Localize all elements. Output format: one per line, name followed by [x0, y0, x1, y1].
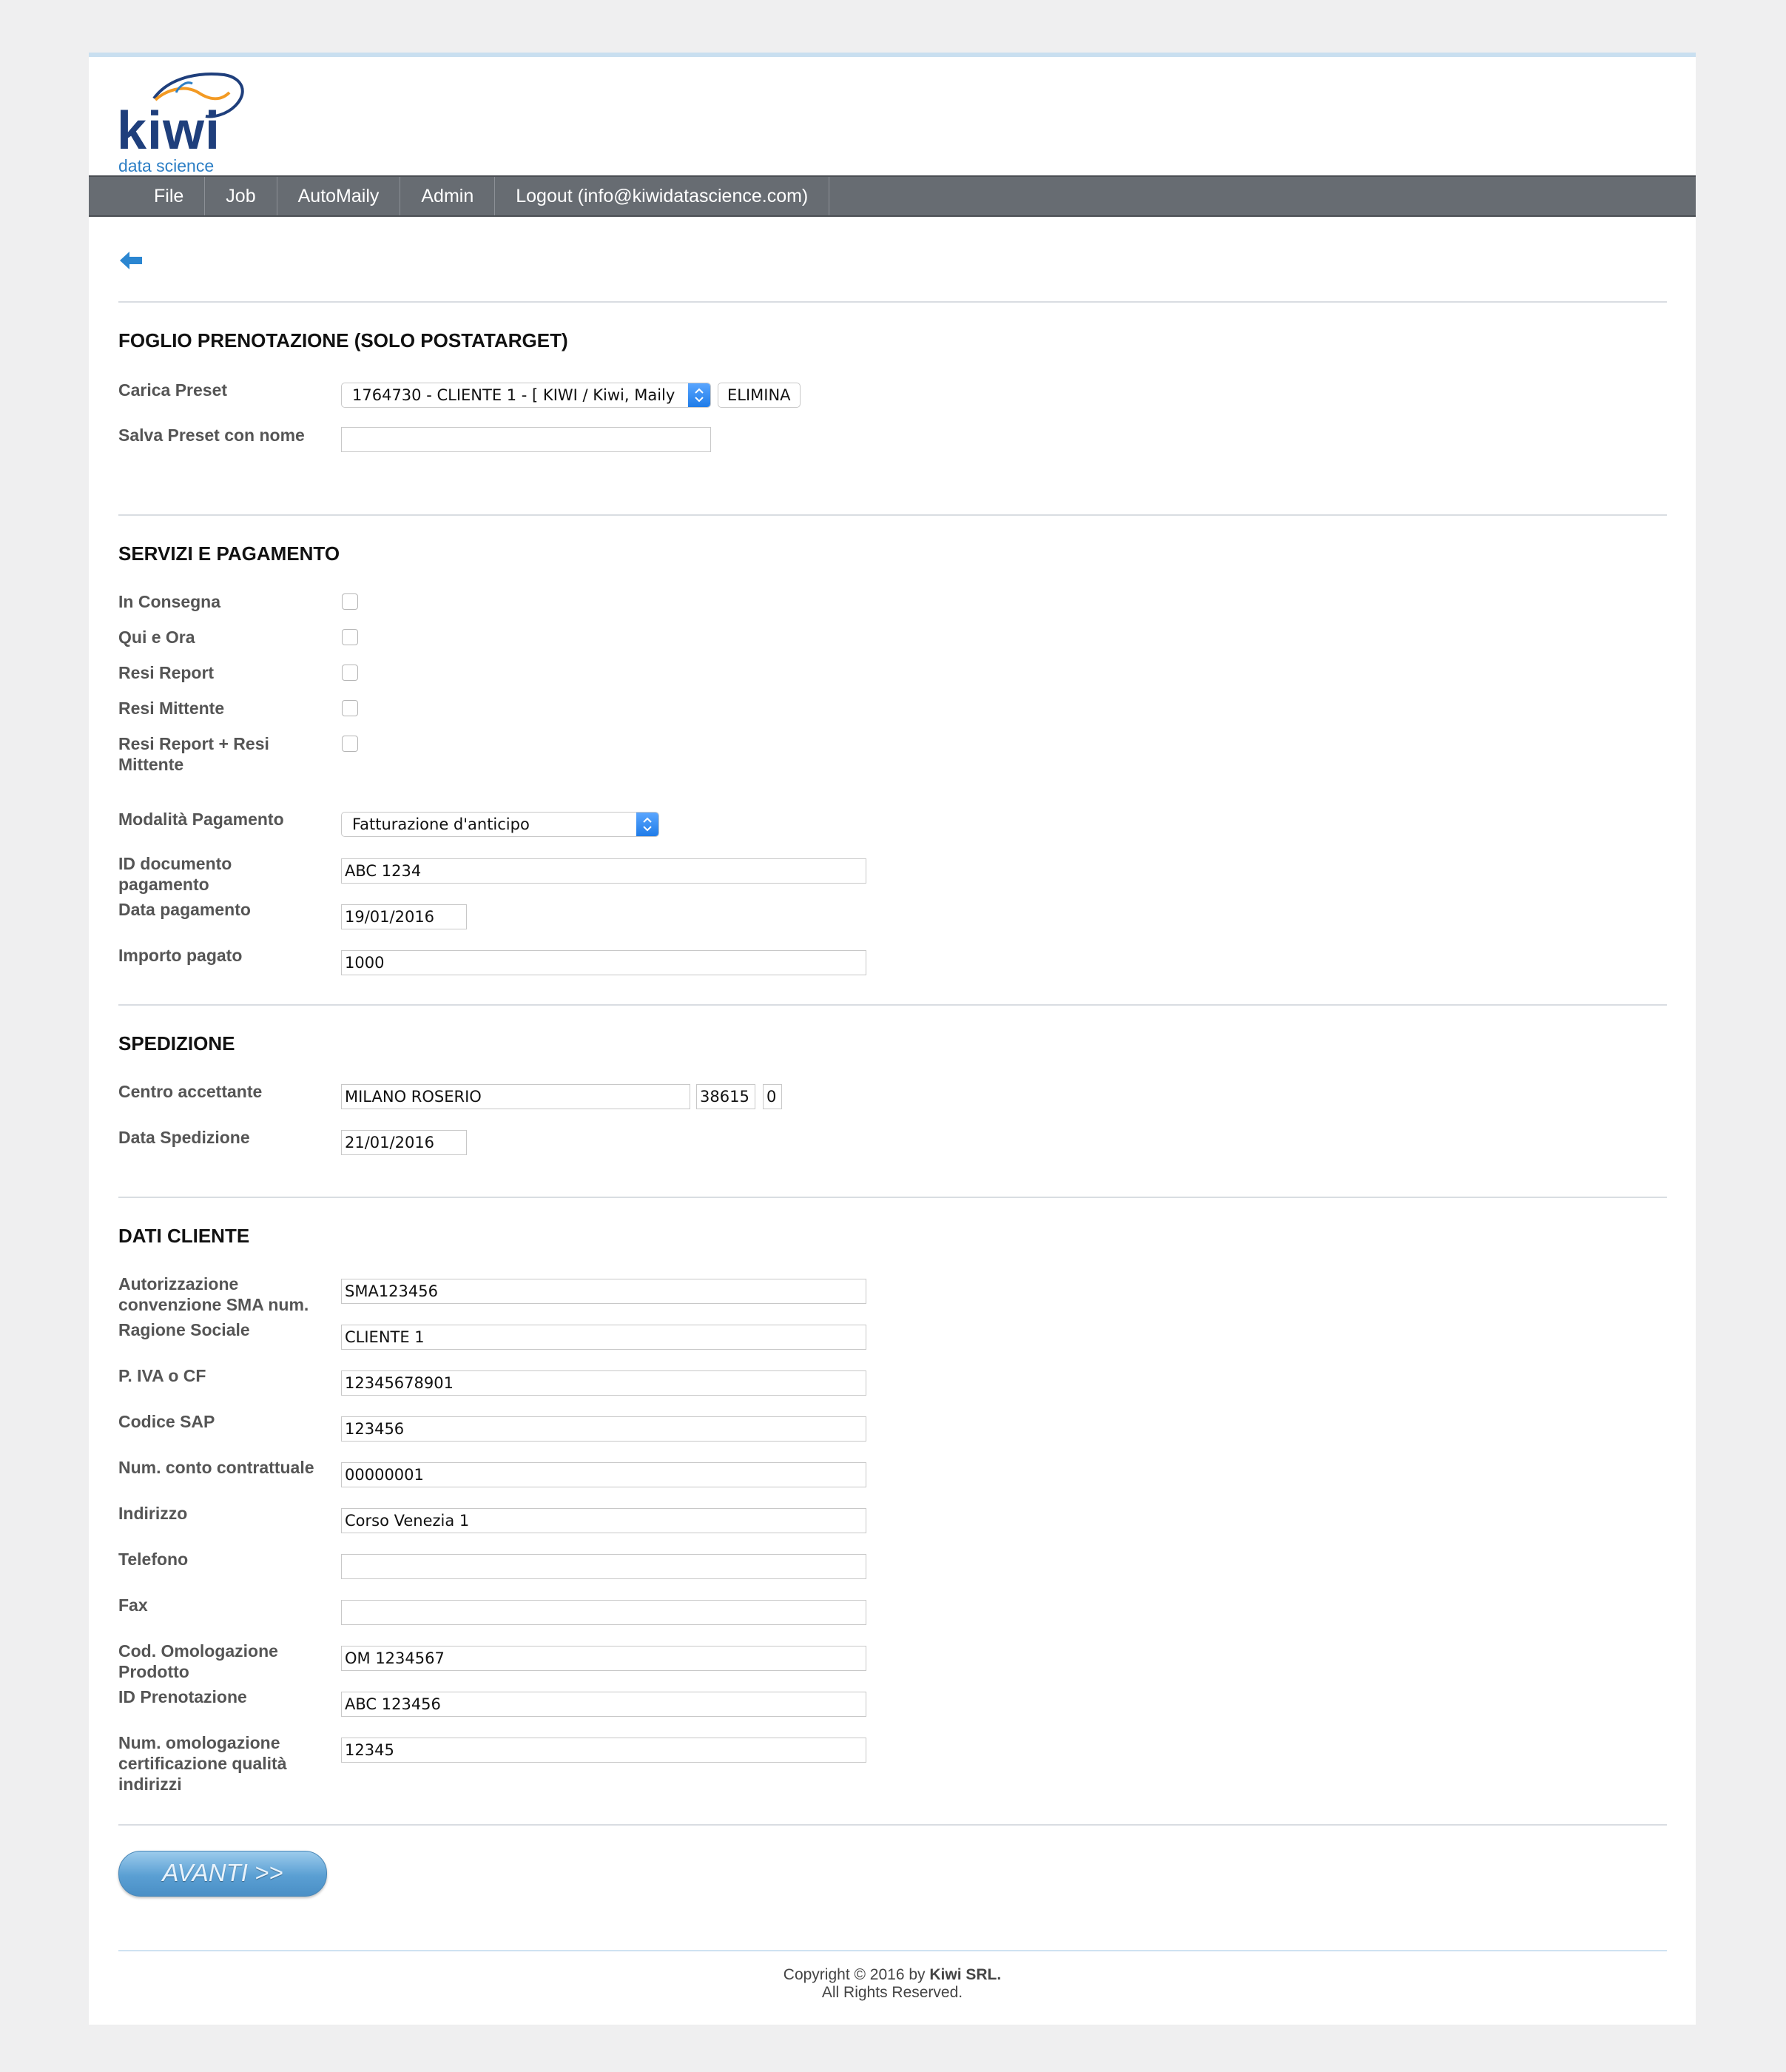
label-carica-preset: Carica Preset — [118, 380, 228, 400]
cod-omologazione-input[interactable] — [341, 1646, 866, 1671]
ragione-sociale-input[interactable] — [341, 1325, 866, 1350]
nav-admin[interactable]: Admin — [400, 177, 496, 215]
section-title-servizi: SERVIZI E PAGAMENTO — [118, 542, 340, 565]
label-ragione-sociale: Ragione Sociale — [118, 1320, 250, 1339]
data-pagamento-input[interactable] — [341, 904, 467, 929]
section-title-spedizione: SPEDIZIONE — [118, 1032, 235, 1054]
id-prenotazione-input[interactable] — [341, 1692, 866, 1717]
label-num-conto: Num. conto contrattuale — [118, 1458, 314, 1477]
id-documento-input[interactable] — [341, 858, 866, 884]
centro-extra-input[interactable] — [763, 1084, 782, 1109]
footer: Copyright © 2016 by Kiwi SRL. All Rights… — [89, 1966, 1696, 2002]
label-num-omologazione: Num. omologazione certificazione qualità… — [118, 1733, 287, 1794]
section-title-dati-cliente: DATI CLIENTE — [118, 1225, 250, 1247]
num-conto-input[interactable] — [341, 1462, 866, 1487]
label-codice-sap: Codice SAP — [118, 1412, 215, 1431]
chevron-updown-icon — [688, 383, 710, 407]
label-fax: Fax — [118, 1595, 148, 1615]
carica-preset-select[interactable]: 1764730 - CLIENTE 1 - [ KIWI / Kiwi, Mai… — [341, 383, 711, 408]
modalita-pagamento-select[interactable]: Fatturazione d'anticipo — [341, 812, 659, 837]
label-data-spedizione: Data Spedizione — [118, 1128, 250, 1147]
label-piva-cf: P. IVA o CF — [118, 1366, 206, 1385]
checkbox-in-consegna[interactable] — [342, 593, 358, 610]
nav-job[interactable]: Job — [205, 177, 277, 215]
modalita-pagamento-value: Fatturazione d'anticipo — [352, 815, 530, 833]
label-qui-e-ora: Qui e Ora — [118, 628, 195, 647]
footer-rights: All Rights Reserved. — [821, 1984, 963, 2001]
nav-automaily[interactable]: AutoMaily — [277, 177, 401, 215]
footer-company: Kiwi SRL. — [929, 1966, 1002, 1983]
salva-preset-input[interactable] — [341, 427, 711, 452]
importo-pagato-input[interactable] — [341, 950, 866, 975]
back-arrow-icon[interactable] — [118, 249, 144, 272]
divider — [118, 1824, 1667, 1826]
piva-cf-input[interactable] — [341, 1370, 866, 1396]
indirizzo-input[interactable] — [341, 1508, 866, 1533]
label-telefono: Telefono — [118, 1550, 189, 1569]
nav-logout[interactable]: Logout (info@kiwidatascience.com) — [495, 177, 830, 215]
label-centro-accettante: Centro accettante — [118, 1082, 263, 1101]
kiwi-logo[interactable]: kiwi data science — [117, 70, 244, 175]
divider — [118, 301, 1667, 303]
label-indirizzo: Indirizzo — [118, 1504, 188, 1523]
label-importo-pagato: Importo pagato — [118, 946, 243, 965]
chevron-updown-icon — [636, 813, 658, 836]
logo-wordmark: kiwi — [117, 101, 221, 161]
section-title-foglio: FOGLIO PRENOTAZIONE (SOLO POSTATARGET) — [118, 329, 568, 352]
telefono-input[interactable] — [341, 1554, 866, 1579]
divider — [118, 1004, 1667, 1006]
data-spedizione-input[interactable] — [341, 1130, 467, 1155]
divider — [118, 514, 1667, 516]
divider — [118, 1197, 1667, 1198]
footer-copyright-prefix: Copyright © 2016 by — [783, 1966, 930, 1983]
nav-file[interactable]: File — [133, 177, 206, 215]
num-omologazione-input[interactable] — [341, 1738, 866, 1763]
page-container: kiwi data science File Job AutoMaily Adm… — [89, 53, 1696, 2025]
checkbox-resi-report[interactable] — [342, 665, 358, 681]
centro-accettante-input[interactable] — [341, 1084, 690, 1109]
footer-divider — [118, 1950, 1667, 1951]
label-salva-preset: Salva Preset con nome — [118, 426, 305, 445]
logo-subtitle: data science — [118, 156, 215, 175]
label-resi-report: Resi Report — [118, 663, 215, 682]
autorizzazione-sma-input[interactable] — [341, 1279, 866, 1304]
label-resi-mittente: Resi Mittente — [118, 699, 225, 718]
codice-sap-input[interactable] — [341, 1416, 866, 1442]
centro-code-input[interactable] — [696, 1084, 755, 1109]
elimina-button[interactable]: ELIMINA — [718, 383, 801, 408]
avanti-button[interactable]: AVANTI >> — [118, 1851, 327, 1897]
label-resi-report-mittente: Resi Report + Resi Mittente — [118, 734, 269, 774]
label-id-documento: ID documento pagamento — [118, 854, 232, 894]
fax-input[interactable] — [341, 1600, 866, 1625]
checkbox-resi-mittente[interactable] — [342, 700, 358, 716]
label-modalita-pagamento: Modalità Pagamento — [118, 810, 284, 829]
label-autorizzazione-sma: Autorizzazione convenzione SMA num. — [118, 1274, 309, 1314]
footer-copyright: Copyright © 2016 by Kiwi SRL. — [89, 1966, 1696, 1984]
checkbox-qui-e-ora[interactable] — [342, 629, 358, 645]
label-in-consegna: In Consegna — [118, 592, 221, 611]
label-cod-omologazione: Cod. Omologazione Prodotto — [118, 1641, 278, 1681]
checkbox-resi-report-mittente[interactable] — [342, 736, 358, 752]
label-data-pagamento: Data pagamento — [118, 900, 251, 919]
label-id-prenotazione: ID Prenotazione — [118, 1687, 247, 1706]
top-navbar: File Job AutoMaily Admin Logout (info@ki… — [89, 175, 1696, 217]
carica-preset-value: 1764730 - CLIENTE 1 - [ KIWI / Kiwi, Mai… — [352, 386, 675, 404]
